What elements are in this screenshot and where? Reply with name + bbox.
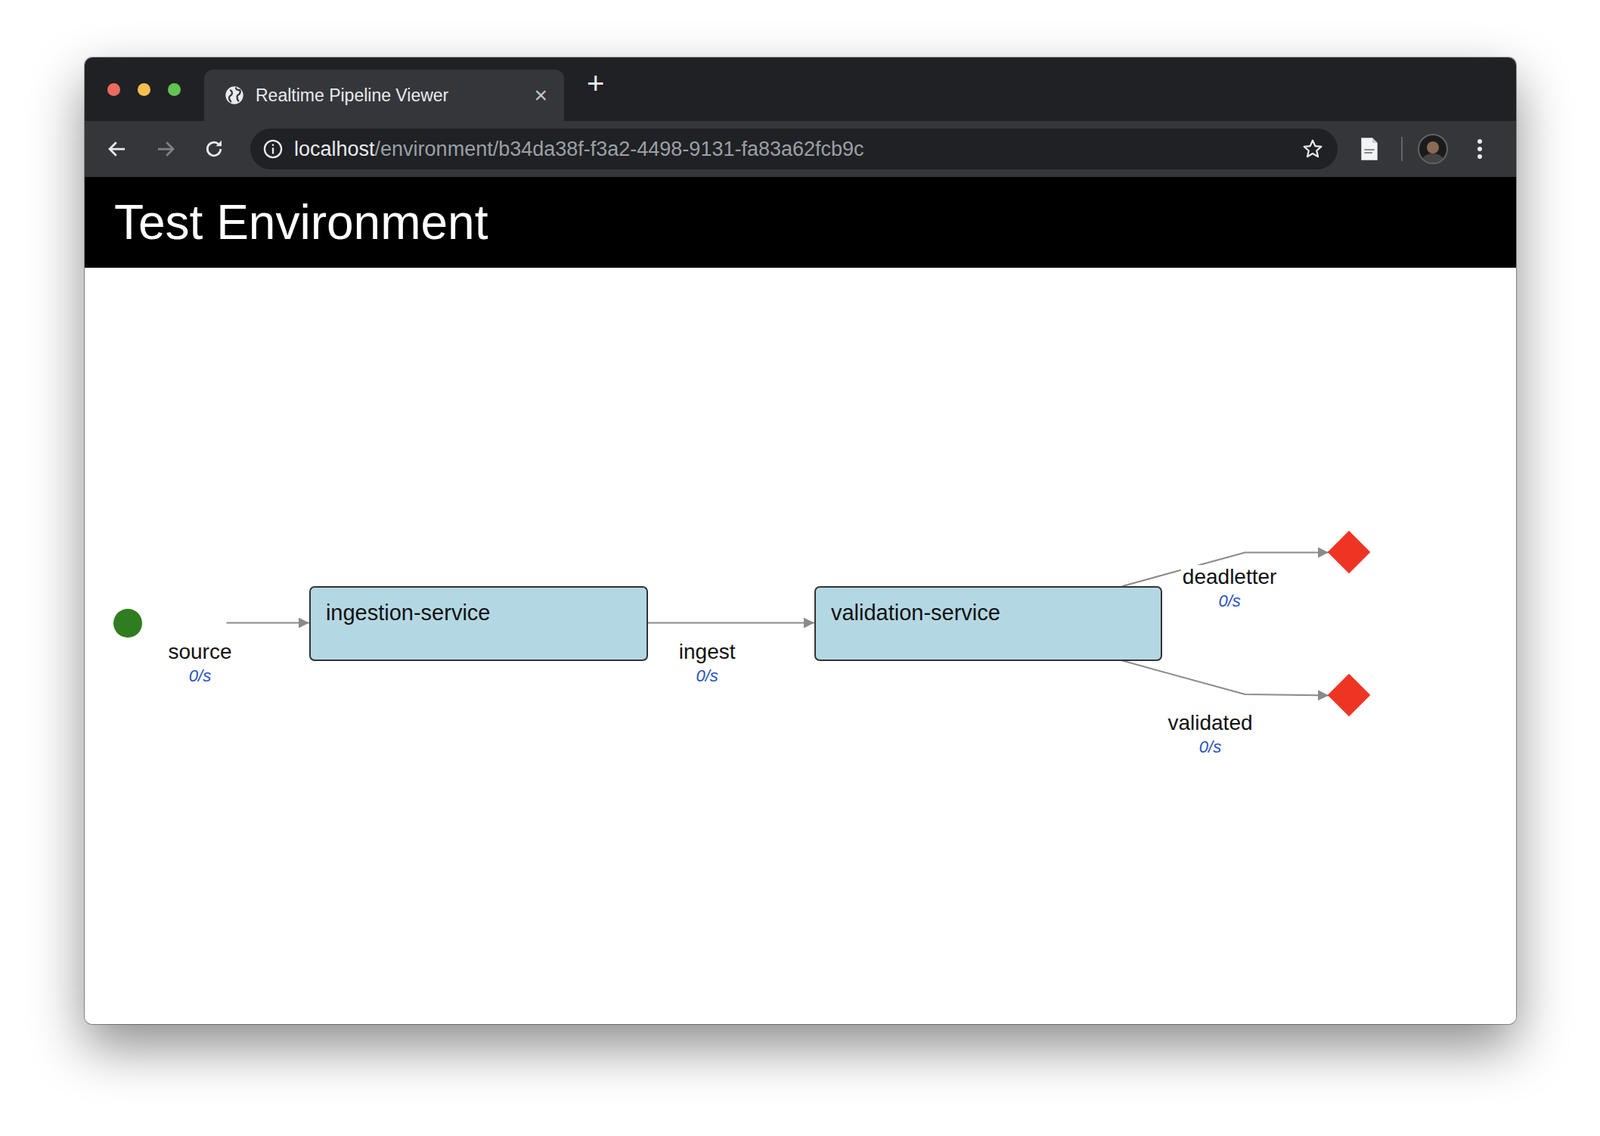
tab-title[interactable]: Realtime Pipeline Viewer bbox=[255, 82, 524, 109]
globe-icon bbox=[223, 84, 245, 106]
document-icon bbox=[1358, 136, 1380, 162]
service-node[interactable]: validation-service bbox=[814, 586, 1163, 661]
edge-rate: 0/s bbox=[166, 663, 233, 688]
zoom-window-icon[interactable] bbox=[167, 83, 181, 97]
pipeline-diagram: source0/singest0/sdeadletter0/svalidated… bbox=[84, 267, 1517, 1024]
url-path[interactable]: /environment/b34da38f-f3a2-4498-9131-fa8… bbox=[375, 137, 865, 161]
source-node[interactable] bbox=[113, 608, 143, 638]
toolbar-separator bbox=[1401, 136, 1403, 162]
edge-name: validated bbox=[1165, 710, 1254, 735]
forward-arrow-icon bbox=[154, 137, 177, 161]
service-node[interactable]: ingestion-service bbox=[309, 586, 649, 661]
sink-node[interactable] bbox=[1327, 673, 1371, 717]
back-button[interactable] bbox=[100, 132, 134, 166]
toolbar: localhost/environment/b34da38f-f3a2-4498… bbox=[84, 120, 1517, 177]
address-bar[interactable]: localhost/environment/b34da38f-f3a2-4498… bbox=[250, 128, 1338, 170]
page-header: Test Environment bbox=[84, 176, 1517, 268]
edge-label: validated0/s bbox=[1165, 710, 1254, 759]
edge-rate: 0/s bbox=[677, 663, 738, 688]
bookmark-star-icon[interactable] bbox=[1301, 137, 1325, 161]
edges-layer bbox=[84, 267, 1516, 1024]
edge-label: deadletter0/s bbox=[1181, 564, 1279, 613]
person-icon bbox=[1419, 138, 1447, 163]
edge-label: ingest0/s bbox=[677, 639, 738, 688]
edge-rate: 0/s bbox=[1181, 589, 1279, 613]
edge-line bbox=[648, 622, 815, 624]
url[interactable]: localhost/environment/b34da38f-f3a2-4498… bbox=[294, 133, 1291, 165]
edge-name: ingest bbox=[677, 639, 738, 664]
new-tab-button[interactable]: + bbox=[586, 68, 605, 121]
edge-rate: 0/s bbox=[1165, 734, 1254, 759]
service-label[interactable]: ingestion-service bbox=[325, 600, 491, 625]
url-host[interactable]: localhost bbox=[294, 137, 376, 161]
tab-strip: Realtime Pipeline Viewer × + bbox=[84, 57, 1517, 121]
edge-name: source bbox=[166, 639, 233, 664]
menu-button[interactable] bbox=[1463, 132, 1497, 166]
info-icon[interactable] bbox=[262, 138, 284, 160]
browser-tab[interactable]: Realtime Pipeline Viewer × bbox=[204, 69, 565, 121]
tab-close-button[interactable]: × bbox=[533, 83, 548, 107]
page-title: Test Environment bbox=[114, 195, 488, 249]
edge-line bbox=[226, 622, 310, 624]
edge-line bbox=[1122, 660, 1329, 696]
back-arrow-icon bbox=[105, 137, 129, 161]
window-controls bbox=[84, 57, 205, 121]
profile-avatar-icon[interactable] bbox=[1417, 133, 1449, 165]
extension-button[interactable] bbox=[1352, 132, 1387, 166]
more-dots-icon bbox=[1476, 137, 1483, 161]
edge-label: source0/s bbox=[166, 639, 233, 688]
reload-icon bbox=[202, 137, 226, 161]
forward-button[interactable] bbox=[148, 132, 183, 166]
browser-window: Realtime Pipeline Viewer × + bbox=[84, 57, 1517, 1024]
sink-node[interactable] bbox=[1327, 530, 1371, 574]
service-label[interactable]: validation-service bbox=[831, 600, 1001, 625]
edge-name: deadletter bbox=[1181, 564, 1279, 589]
close-window-icon[interactable] bbox=[107, 83, 121, 97]
minimize-window-icon[interactable] bbox=[137, 83, 151, 97]
reload-button[interactable] bbox=[197, 132, 231, 166]
